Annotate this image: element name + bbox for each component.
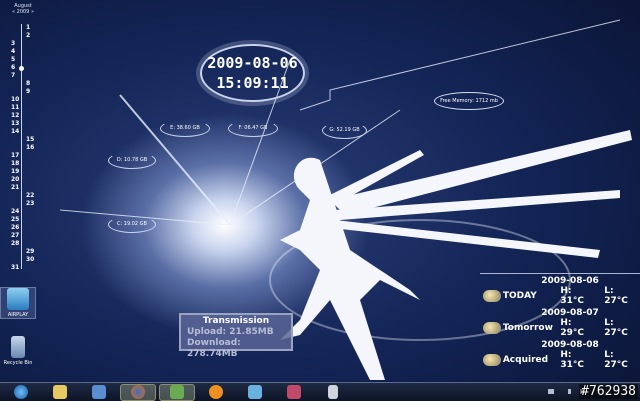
weather-day: 2009-08-06 TODAY H: 31°C L: 27°C bbox=[480, 277, 640, 306]
weather-high: H: 31°C bbox=[560, 350, 584, 370]
taskbar-media-player[interactable] bbox=[81, 384, 117, 401]
taskbar-explorer[interactable] bbox=[42, 384, 78, 401]
weather-low: L: 27°C bbox=[604, 286, 628, 306]
transmission-widget: Transmission Upload: 21.85MB Download: 2… bbox=[179, 313, 293, 359]
free-memory: Free Memory: 1712 mb bbox=[434, 92, 504, 110]
clock-time: 15:09:11 bbox=[216, 74, 289, 92]
calendar-day[interactable]: 24 bbox=[11, 208, 19, 215]
taskbar-app[interactable] bbox=[276, 384, 312, 401]
weather-day: 2009-08-07 Tomorrow H: 29°C L: 27°C bbox=[480, 309, 640, 338]
windows-logo-icon bbox=[14, 385, 28, 399]
calendar-year-nav[interactable]: « 2009 » bbox=[6, 9, 40, 15]
drive-d: D: 10.78 GB bbox=[108, 152, 156, 169]
transmission-upload: Upload: 21.85MB bbox=[187, 327, 274, 337]
calendar-day[interactable]: 20 bbox=[11, 176, 19, 183]
taskbar-vlc[interactable] bbox=[198, 384, 234, 401]
weather-date: 2009-08-08 bbox=[541, 340, 599, 350]
calendar-day[interactable]: 5 bbox=[11, 56, 15, 63]
butterfly-icon bbox=[287, 385, 301, 399]
drive-e: E: 38.60 GB bbox=[160, 120, 210, 137]
weather-name: Tomorrow bbox=[502, 323, 553, 333]
calendar-day[interactable]: 25 bbox=[11, 216, 19, 223]
drive-c: C: 19.02 GB bbox=[108, 216, 156, 233]
weather-name: TODAY bbox=[502, 291, 537, 301]
calendar-day[interactable]: 18 bbox=[11, 160, 19, 167]
calendar-day[interactable]: 23 bbox=[26, 200, 34, 207]
clock-widget: 2009-08-06 15:09:11 bbox=[200, 44, 305, 102]
calendar-day[interactable]: 15 bbox=[26, 136, 34, 143]
weather-high: H: 31°C bbox=[560, 286, 584, 306]
clock-date: 2009-08-06 bbox=[207, 54, 298, 72]
calendar-day[interactable]: 16 bbox=[26, 144, 34, 151]
weather-date: 2009-08-06 bbox=[541, 276, 599, 286]
taskbar-calculator[interactable] bbox=[315, 384, 351, 401]
calendar-day[interactable]: 27 bbox=[11, 232, 19, 239]
partly-sunny-icon bbox=[483, 322, 501, 334]
calendar-day[interactable]: 30 bbox=[26, 256, 34, 263]
music-note-icon bbox=[7, 288, 29, 310]
calendar-timeline bbox=[21, 24, 22, 269]
firefox-icon bbox=[131, 385, 145, 399]
desktop-icon-label: AIRPLAY bbox=[7, 312, 29, 318]
calendar-header: August « 2009 » bbox=[6, 3, 40, 15]
calendar-day[interactable]: 29 bbox=[26, 248, 34, 255]
calendar-day[interactable]: 13 bbox=[11, 120, 19, 127]
transmission-title: Transmission bbox=[202, 316, 270, 326]
calendar-day[interactable]: 26 bbox=[11, 224, 19, 231]
desktop-icon-recycle-bin[interactable]: Recycle Bin bbox=[0, 336, 36, 366]
messenger-icon bbox=[170, 385, 184, 399]
weather-date: 2009-08-07 bbox=[541, 308, 599, 318]
calendar-day[interactable]: 21 bbox=[11, 184, 19, 191]
itunes-icon bbox=[248, 385, 262, 399]
calendar-day[interactable]: 7 bbox=[11, 72, 15, 79]
show-hidden-icons[interactable] bbox=[568, 389, 571, 394]
weather-high: H: 29°C bbox=[560, 318, 584, 338]
weather-day: 2009-08-08 Acquired H: 31°C L: 27°C bbox=[480, 341, 640, 370]
calendar-day[interactable]: 14 bbox=[11, 128, 19, 135]
taskbar-firefox[interactable] bbox=[120, 383, 156, 401]
calculator-icon bbox=[328, 385, 338, 399]
calendar-day[interactable]: 10 bbox=[11, 96, 19, 103]
desktop-icon-label: Recycle Bin bbox=[3, 360, 33, 366]
calendar-day[interactable]: 31 bbox=[11, 264, 19, 271]
today-marker bbox=[19, 66, 24, 71]
media-player-icon bbox=[92, 385, 106, 399]
taskbar-itunes[interactable] bbox=[237, 384, 273, 401]
recycle-bin-icon bbox=[11, 336, 25, 358]
taskbar bbox=[0, 382, 640, 401]
calendar-day[interactable]: 19 bbox=[11, 168, 19, 175]
vlc-icon bbox=[209, 385, 223, 399]
watermark: #762938 bbox=[579, 384, 638, 399]
transmission-download: Download: 278.74MB bbox=[187, 338, 241, 359]
desktop-icon-airplay[interactable]: AIRPLAY bbox=[0, 287, 36, 319]
weather-low: L: 27°C bbox=[604, 350, 628, 370]
partly-sunny-icon bbox=[483, 354, 501, 366]
calendar-day[interactable]: 8 bbox=[26, 80, 30, 87]
network-icon[interactable] bbox=[548, 389, 554, 394]
weather-name: Acquired bbox=[502, 355, 549, 365]
calendar-day[interactable]: 6 bbox=[11, 64, 15, 71]
rain-cloud-icon bbox=[483, 290, 501, 302]
drive-f: F: 06.47 GB bbox=[228, 120, 278, 137]
start-button[interactable] bbox=[3, 384, 39, 401]
calendar-day[interactable]: 22 bbox=[26, 192, 34, 199]
calendar-day[interactable]: 2 bbox=[26, 32, 30, 39]
calendar-day[interactable]: 9 bbox=[26, 88, 30, 95]
calendar-day[interactable]: 4 bbox=[11, 48, 15, 55]
calendar-day[interactable]: 28 bbox=[11, 240, 19, 247]
weather-low: L: 27°C bbox=[604, 318, 628, 338]
calendar-day[interactable]: 17 bbox=[11, 152, 19, 159]
taskbar-messenger[interactable] bbox=[159, 383, 195, 401]
calendar-day[interactable]: 11 bbox=[11, 104, 19, 111]
drive-g: G: 52.19 GB bbox=[322, 122, 367, 139]
calendar-day[interactable]: 3 bbox=[11, 40, 15, 47]
folder-icon bbox=[53, 385, 67, 399]
calendar-day[interactable]: 1 bbox=[26, 24, 30, 31]
weather-widget: 2009-08-06 TODAY H: 31°C L: 27°C 2009-08-… bbox=[480, 273, 640, 370]
calendar-day[interactable]: 12 bbox=[11, 112, 19, 119]
